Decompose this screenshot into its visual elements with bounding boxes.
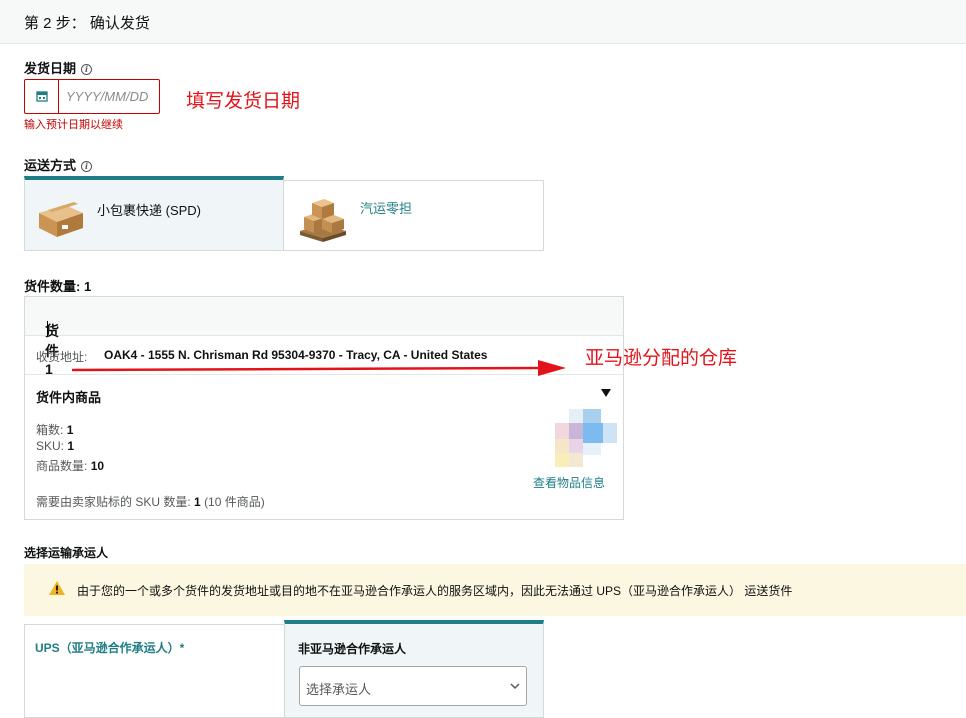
ship-date-error: 输入预计日期以继续 <box>24 119 123 131</box>
carrier-warning-text: 由于您的一个或多个货件的发货地址或目的地不在亚马逊合作承运人的服务区域内，因此无… <box>77 584 793 598</box>
seller-label-sku-suffix: (10 件商品) <box>204 495 265 509</box>
shipment-items-title: 货件内商品 <box>36 390 102 405</box>
shipment-count-value: 1 <box>83 279 92 294</box>
ship-date-input[interactable] <box>60 80 159 113</box>
calendar-button[interactable] <box>25 80 59 113</box>
annotation-warehouse: 亚马逊分配的仓库 <box>585 348 738 369</box>
shipment-count-label: 货件数量: <box>24 279 81 294</box>
ship-date-label-text: 发货日期 <box>24 61 77 76</box>
qty-stat: 商品数量: 10 <box>36 457 104 474</box>
carrier-option-ups[interactable]: UPS（亚马逊合作承运人）* <box>24 624 284 718</box>
sku-label: SKU: <box>36 439 65 453</box>
annotation-arrow <box>71 360 566 376</box>
parcel-box-icon <box>39 202 83 237</box>
carrier-select-placeholder: 选择承运人 <box>306 682 372 697</box>
qty-label: 商品数量: <box>36 459 88 473</box>
carrier-select[interactable]: 选择承运人 <box>299 666 527 706</box>
annotation-ship-date: 填写发货日期 <box>186 91 301 112</box>
ship-date-field[interactable] <box>24 79 160 114</box>
collapse-toggle-icon[interactable] <box>601 389 611 397</box>
carrier-option-non-partner-label: 非亚马逊合作承运人 <box>298 642 407 656</box>
seller-label-sku-stat: 需要由卖家贴标的 SKU 数量: 1 (10 件商品) <box>36 493 265 510</box>
seller-label-sku-text: 需要由卖家贴标的 SKU 数量: <box>36 495 191 509</box>
shipping-option-ltl[interactable]: 汽运零担 <box>283 180 544 251</box>
warning-icon <box>49 581 65 595</box>
shipment-card-header[interactable]: 货件 1 <box>25 297 623 377</box>
shipment-count: 货件数量: 1 <box>24 276 91 295</box>
carrier-option-non-partner[interactable]: 非亚马逊合作承运人 选择承运人 <box>284 620 544 718</box>
product-thumbnail <box>555 409 617 467</box>
chevron-down-icon <box>510 683 520 690</box>
boxes-stat: 箱数: 1 <box>36 421 73 438</box>
shipping-method-label-text: 运送方式 <box>24 158 77 173</box>
ship-date-label: 发货日期 i <box>24 58 93 77</box>
view-item-info-link[interactable]: 查看物品信息 <box>533 474 605 491</box>
info-icon[interactable]: i <box>81 161 93 172</box>
sku-value: 1 <box>67 439 75 453</box>
carrier-warning: 由于您的一个或多个货件的发货地址或目的地不在亚马逊合作承运人的服务区域内，因此无… <box>24 564 966 616</box>
qty-value: 10 <box>90 459 105 473</box>
calendar-icon <box>36 91 48 102</box>
carrier-section-title: 选择运输承运人 <box>24 546 109 560</box>
pallet-boxes-icon <box>300 199 346 242</box>
sku-stat: SKU: 1 <box>36 439 74 453</box>
shipping-option-spd[interactable]: 小包裹快递 (SPD) <box>24 176 284 251</box>
shipping-method-label: 运送方式 i <box>24 155 93 174</box>
step-title: 第 2 步： 确认发货 <box>24 15 150 32</box>
boxes-label: 箱数: <box>36 423 64 437</box>
shipping-option-spd-label: 小包裹快递 (SPD) <box>97 203 202 218</box>
carrier-option-ups-label: UPS（亚马逊合作承运人）* <box>35 641 185 655</box>
info-icon[interactable]: i <box>81 64 93 75</box>
shipment-card: 货件 1 收货地址: OAK4 - 1555 N. Chrisman Rd 95… <box>24 296 624 520</box>
text-cursor <box>47 321 48 336</box>
shipping-option-ltl-label: 汽运零担 <box>360 201 413 216</box>
boxes-value: 1 <box>66 423 74 437</box>
step-header: 第 2 步： 确认发货 <box>0 0 966 44</box>
seller-label-sku-count: 1 <box>194 495 201 509</box>
